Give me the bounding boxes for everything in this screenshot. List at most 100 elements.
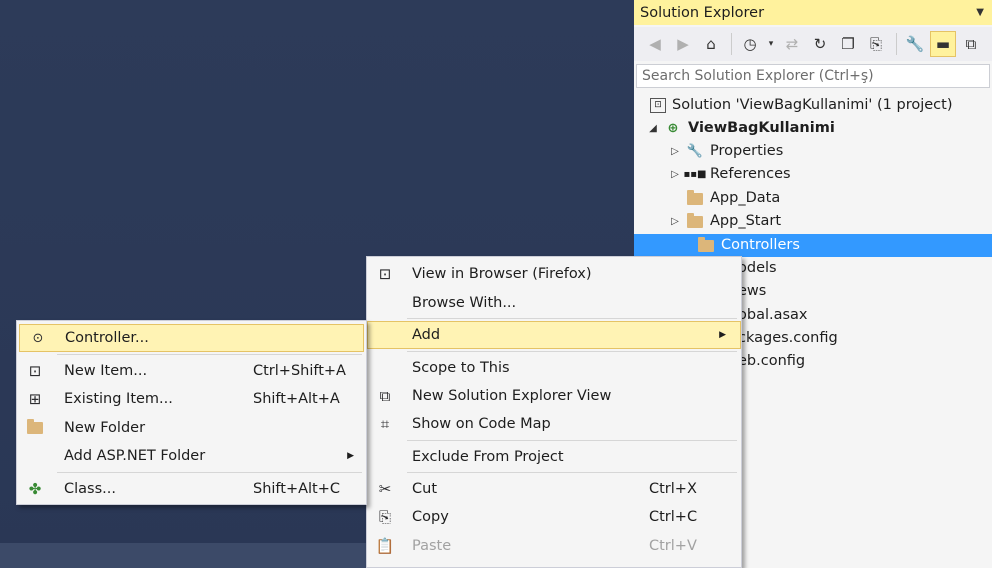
tree-item-label: obal.asax [738,307,808,323]
menu-item-exclude-from-project[interactable]: Exclude From Project [367,443,741,471]
tree-item-controllers[interactable]: Controllers [634,234,992,257]
menu-divider [57,472,362,473]
folder-icon [697,236,715,254]
menu-item-new-solution-explorer-view[interactable]: ⧉ New Solution Explorer View [367,382,741,410]
forward-icon[interactable]: ▶ [670,31,696,57]
menu-divider [407,318,737,319]
menu-item-label: Exclude From Project [412,449,564,465]
menu-item-label: Existing Item... [64,391,173,407]
tree-item-solution[interactable]: ⊡ Solution 'ViewBagKullanimi' (1 project… [650,94,952,117]
menu-divider [407,351,737,352]
tree-item-app-start[interactable]: ▷ App_Start [668,210,781,233]
menu-item-shortcut: Ctrl+V [649,538,697,554]
class-icon: ✤ [28,480,42,498]
tree-item-label: App_Start [710,213,781,229]
tree-item-label: Properties [710,143,784,159]
paste-icon: 📋 [375,537,395,555]
solution-explorer-titlebar: Solution Explorer ▼ [634,0,992,25]
menu-item-cut[interactable]: ✂ Cut Ctrl+X [367,475,741,503]
tree-item-app-data[interactable]: App_Data [686,187,780,210]
menu-item-controller[interactable]: ⊙ Controller... [19,324,364,352]
panel-title: Solution Explorer [640,4,765,21]
tree-item-label: References [710,166,791,182]
submenu-arrow-icon: ▶ [347,451,354,461]
menu-item-view-in-browser[interactable]: ⊡ View in Browser (Firefox) [367,260,741,288]
tree-item-references[interactable]: ▷ ▪▪■ References [668,163,791,186]
collapsed-icon[interactable]: ▷ [668,163,682,186]
menu-item-label: Controller... [65,330,149,346]
menu-item-existing-item[interactable]: ⊞ Existing Item... Shift+Alt+A [17,385,366,413]
collapsed-icon[interactable]: ▷ [668,140,682,163]
browser-icon: ⊡ [378,265,392,283]
collapsed-icon[interactable]: ▷ [668,210,682,233]
minus-icon[interactable]: ▬ [930,31,956,57]
history-icon[interactable]: ◷ [737,31,763,57]
menu-item-shortcut: Shift+Alt+C [253,481,341,497]
menu-item-label: Scope to This [412,360,510,376]
properties-icon[interactable]: 🔧 [902,31,928,57]
refresh-icon[interactable]: ↻ [807,31,833,57]
menu-item-new-folder[interactable]: New Folder [17,414,366,442]
wrench-icon: 🔧 [686,144,704,159]
new-folder-icon [25,418,45,438]
menu-divider [57,354,362,355]
menu-item-label: Cut [412,481,437,497]
tree-item-models[interactable]: odels [738,257,777,280]
menu-divider [407,472,737,473]
add-submenu: ⊙ Controller... ⊡ New Item... Ctrl+Shift… [16,320,367,505]
tree-item-label: Solution 'ViewBagKullanimi' (1 project) [672,97,953,113]
back-icon[interactable]: ◀ [642,31,668,57]
tree-item-label: App_Data [710,190,781,206]
tree-item-label: Controllers [721,237,800,253]
new-item-icon: ⊡ [28,362,42,380]
tree-item-web-config[interactable]: eb.config [738,350,805,373]
menu-item-label: Add ASP.NET Folder [64,448,206,464]
menu-item-paste[interactable]: 📋 Paste Ctrl+V [367,532,741,560]
menu-item-shortcut: Shift+Alt+A [253,391,340,407]
web-project-icon: ⊕ [667,121,679,136]
tree-item-properties[interactable]: ▷ 🔧 Properties [668,140,783,163]
menu-item-shortcut: Ctrl+Shift+A [253,363,346,379]
menu-item-label: Copy [412,509,449,525]
menu-divider [407,440,737,441]
tree-item-packages-config[interactable]: ckages.config [738,327,838,350]
tree-item-label: odels [738,260,777,276]
new-view-icon: ⧉ [379,387,391,405]
folder-icon [686,189,704,207]
collapse-all-icon[interactable]: ❐ [835,31,861,57]
menu-item-label: View in Browser (Firefox) [412,266,592,282]
dropdown-icon[interactable]: ▾ [765,31,777,57]
home-icon[interactable]: ⌂ [698,31,724,57]
menu-item-label: New Item... [64,363,148,379]
copy-icon[interactable]: ⎘ [863,31,889,57]
solution-icon: ⊡ [650,98,666,113]
chevron-down-icon[interactable]: ▼ [976,7,984,18]
menu-item-show-on-code-map[interactable]: ⌗ Show on Code Map [367,410,741,438]
menu-item-label: Class... [64,481,116,497]
menu-item-shortcut: Ctrl+X [649,481,697,497]
menu-item-label: New Folder [64,420,146,436]
context-menu: ⊡ View in Browser (Firefox) Browse With.… [366,256,742,568]
expanded-icon[interactable]: ◢ [646,117,660,140]
menu-item-label: New Solution Explorer View [412,388,612,404]
menu-item-label: Browse With... [412,295,517,311]
sync-icon[interactable]: ⇄ [779,31,805,57]
menu-item-new-item[interactable]: ⊡ New Item... Ctrl+Shift+A [17,357,366,385]
menu-item-browse-with[interactable]: Browse With... [367,289,741,317]
search-input[interactable]: Search Solution Explorer (Ctrl+ş) [636,64,990,88]
folder-icon [686,212,704,230]
tree-item-label: eb.config [738,353,806,369]
menu-item-scope-to-this[interactable]: Scope to This [367,354,741,382]
menu-item-copy[interactable]: ⎘ Copy Ctrl+C [367,503,741,531]
menu-item-add-aspnet-folder[interactable]: Add ASP.NET Folder ▶ [17,442,366,470]
tree-item-views[interactable]: ews [738,280,766,303]
menu-item-shortcut: Ctrl+C [649,509,698,525]
code-map-icon[interactable]: ⧉ [958,31,984,57]
menu-item-add[interactable]: Add ▶ [367,321,741,349]
menu-item-class[interactable]: ✤ Class... Shift+Alt+C [17,475,366,503]
tree-item-label: ViewBagKullanimi [688,120,835,136]
tree-item-project[interactable]: ◢ ⊕ ViewBagKullanimi [646,117,835,140]
controller-icon: ⊙ [32,330,44,346]
tree-item-global-asax[interactable]: obal.asax [738,304,808,327]
menu-item-label: Paste [412,538,452,554]
